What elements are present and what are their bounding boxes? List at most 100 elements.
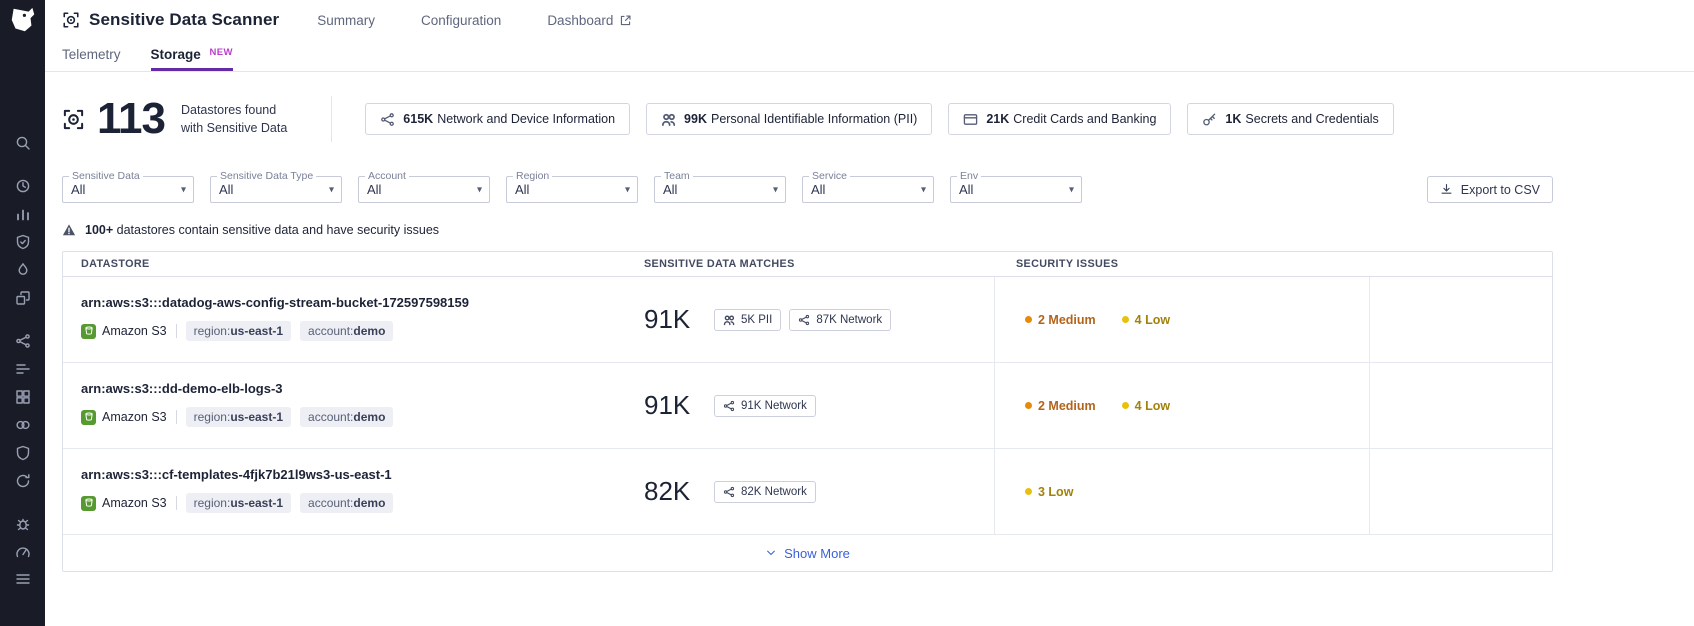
scanner-icon [62,108,85,131]
tag-key: region: [194,410,231,424]
pipelines-icon[interactable] [9,355,37,383]
low-dot-icon [1122,316,1129,323]
gauge-icon[interactable] [9,538,37,566]
region-tag[interactable]: region:us-east-1 [186,321,291,341]
tag-value: us-east-1 [230,496,283,510]
filter-service[interactable]: Service All ▾ [802,176,934,203]
card-pii[interactable]: 99K Personal Identifiable Information (P… [646,103,932,135]
table-row[interactable]: arn:aws:s3:::dd-demo-elb-logs-3 Amazon S… [63,363,1552,449]
severity-medium[interactable]: 2 Medium [1025,399,1096,413]
filter-region[interactable]: Region All ▾ [506,176,638,203]
menu-icon[interactable] [9,566,37,594]
chevron-down-icon: ▾ [1069,184,1074,195]
severity-label: 2 Medium [1038,399,1096,413]
filter-label: Sensitive Data Type [217,170,316,182]
region-tag[interactable]: region:us-east-1 [186,493,291,513]
account-tag[interactable]: account:demo [300,407,393,427]
search-icon[interactable] [9,129,37,157]
account-tag[interactable]: account:demo [300,493,393,513]
monitors-icon[interactable] [9,228,37,256]
caption-line2: with Sensitive Data [181,121,287,135]
tab-storage[interactable]: Storage NEW [151,47,233,71]
table-row[interactable]: arn:aws:s3:::cf-templates-4fjk7b21l9ws3-… [63,449,1552,535]
account-tag[interactable]: account:demo [300,321,393,341]
network-chip[interactable]: 91K Network [714,395,816,417]
integrations-icon[interactable] [9,411,37,439]
table-row[interactable]: arn:aws:s3:::datadog-aws-config-stream-b… [63,277,1552,363]
card-secrets[interactable]: 1K Secrets and Credentials [1187,103,1393,135]
network-chip[interactable]: 82K Network [714,481,816,503]
filter-row: Sensitive Data All ▾ Sensitive Data Type… [62,176,1553,203]
filter-account[interactable]: Account All ▾ [358,176,490,203]
tag-key: account: [308,496,353,510]
network-icon[interactable] [9,327,37,355]
service-badge: Amazon S3 [81,410,167,425]
severity-low[interactable]: 4 Low [1122,313,1170,327]
tag-value: us-east-1 [230,410,283,424]
tag-value: demo [353,496,385,510]
tag-key: region: [194,324,231,338]
divider [176,410,177,424]
divider [331,96,332,142]
shield-icon[interactable] [9,439,37,467]
filter-env[interactable]: Env All ▾ [950,176,1082,203]
apm-icon[interactable] [9,256,37,284]
filter-label: Env [957,170,981,182]
region-tag[interactable]: region:us-east-1 [186,407,291,427]
summary-row: 113 Datastores found with Sensitive Data… [62,94,1553,144]
col-header-datastore: DATASTORE [63,258,626,270]
tab-storage-label: Storage [151,47,201,62]
severity-low[interactable]: 3 Low [1025,485,1073,499]
col-header-matches: SENSITIVE DATA MATCHES [626,258,994,270]
content: 113 Datastores found with Sensitive Data… [45,72,1694,626]
severity-label: 4 Low [1135,399,1170,413]
datastore-arn[interactable]: arn:aws:s3:::datadog-aws-config-stream-b… [81,295,626,310]
pii-chip[interactable]: 5K PII [714,309,781,331]
datadog-logo-icon[interactable] [8,5,38,35]
filter-sensitive-data[interactable]: Sensitive Data All ▾ [62,176,194,203]
sidebar [0,0,45,626]
show-more-button[interactable]: Show More [63,535,1552,571]
bug-icon[interactable] [9,510,37,538]
export-csv-button[interactable]: Export to CSV [1427,176,1553,203]
metrics-icon[interactable] [9,200,37,228]
credit-card-icon [963,112,978,127]
amazon-s3-icon [81,324,96,339]
severity-low[interactable]: 4 Low [1122,399,1170,413]
service-name: Amazon S3 [102,496,167,510]
nav-dashboard[interactable]: Dashboard [547,13,632,28]
medium-dot-icon [1025,316,1032,323]
network-icon [380,112,395,127]
filter-sensitive-data-type[interactable]: Sensitive Data Type All ▾ [210,176,342,203]
amazon-s3-icon [81,496,96,511]
watchdog-icon[interactable] [9,172,37,200]
severity-label: 4 Low [1135,313,1170,327]
datastore-arn[interactable]: arn:aws:s3:::cf-templates-4fjk7b21l9ws3-… [81,467,626,482]
tag-key: region: [194,496,231,510]
nav-summary[interactable]: Summary [317,13,375,28]
severity-medium[interactable]: 2 Medium [1025,313,1096,327]
chevron-down-icon: ▾ [181,184,186,195]
filter-team[interactable]: Team All ▾ [654,176,786,203]
card-credit-cards[interactable]: 21K Credit Cards and Banking [948,103,1171,135]
datastore-arn[interactable]: arn:aws:s3:::dd-demo-elb-logs-3 [81,381,626,396]
filter-label: Region [513,170,552,182]
network-chip[interactable]: 87K Network [789,309,891,331]
chip-label: 5K PII [741,314,772,326]
card-network[interactable]: 615K Network and Device Information [365,103,630,135]
card-count: 1K [1225,112,1241,126]
chevron-down-icon: ▾ [921,184,926,195]
actions-cell [1369,449,1552,534]
logs-icon[interactable] [9,284,37,312]
filter-value: All [811,182,825,197]
dashboards-icon[interactable] [9,383,37,411]
tab-telemetry[interactable]: Telemetry [62,47,121,71]
sync-icon[interactable] [9,467,37,495]
filter-label: Account [365,170,409,182]
scanner-icon [62,11,80,29]
caption-line1: Datastores found [181,103,276,117]
nav-configuration[interactable]: Configuration [421,13,501,28]
table-header: DATASTORE SENSITIVE DATA MATCHES SECURIT… [63,252,1552,277]
card-label: Network and Device Information [437,112,615,126]
service-badge: Amazon S3 [81,496,167,511]
